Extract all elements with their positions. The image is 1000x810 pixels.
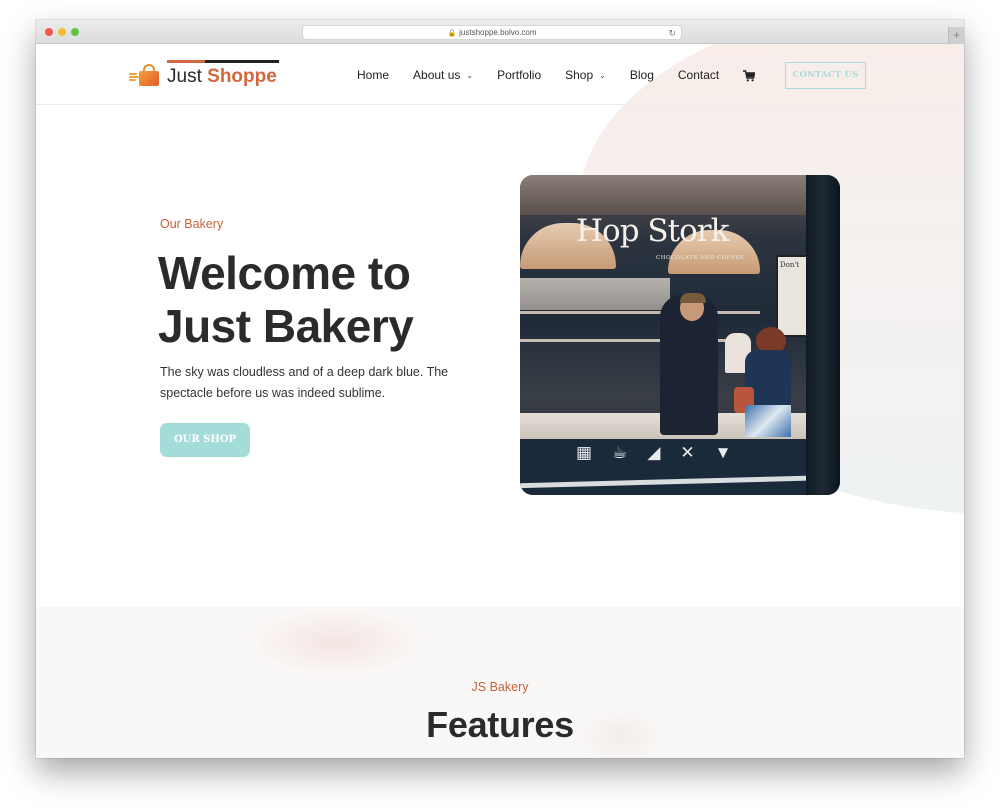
nav-item-home[interactable]: Home — [357, 68, 389, 82]
browser-window: 🔒 justshoppe.bolvo.com ↻ + Just Shoppe Ho… — [36, 20, 964, 758]
close-window-button[interactable] — [45, 28, 53, 36]
url-text: justshoppe.bolvo.com — [459, 28, 537, 37]
hero-title-line2: Just Bakery — [158, 300, 414, 352]
chocolate-bar-icon: ▦ — [576, 443, 593, 462]
lock-icon: 🔒 — [447, 30, 457, 37]
main-nav: Home About us ⌄ Portfolio Shop ⌄ Blog Cont… — [357, 67, 779, 83]
cart-icon[interactable] — [743, 69, 756, 82]
utensils-icon: ✕ — [680, 443, 695, 462]
hero-eyebrow: Our Bakery — [160, 217, 224, 231]
nav-label: Blog — [629, 68, 654, 82]
speed-lines-icon — [129, 73, 139, 81]
features-title: Features — [426, 704, 574, 745]
nav-label: Shop — [565, 68, 594, 82]
coffee-cup-icon: ☕ — [612, 443, 628, 462]
logo-bar-orange — [167, 60, 205, 63]
chevron-down-icon: ⌄ — [599, 70, 606, 80]
logo-bar-black — [205, 60, 279, 63]
contact-us-button[interactable]: CONTACT US — [785, 62, 866, 89]
site-logo[interactable]: Just Shoppe — [129, 59, 283, 93]
nav-label: About us — [413, 68, 461, 82]
features-eyebrow: JS Bakery — [471, 680, 529, 694]
nav-item-shop[interactable]: Shop ⌄ — [565, 68, 606, 82]
site-header: Just Shoppe Home About us ⌄ Portfolio Sho… — [36, 44, 964, 105]
address-bar[interactable]: 🔒 justshoppe.bolvo.com ↻ — [302, 25, 682, 40]
new-tab-button[interactable]: + — [948, 27, 964, 44]
nav-label: Contact — [677, 68, 720, 82]
cake-slice-icon: ◢ — [647, 443, 661, 462]
shopping-bag-icon — [139, 64, 159, 86]
chalkboard: Don't — [776, 255, 808, 337]
background-decoration — [246, 607, 426, 677]
logo-word-shoppe: Shoppe — [207, 66, 277, 87]
maximize-window-button[interactable] — [71, 28, 79, 36]
nav-label: Home — [357, 68, 390, 82]
chevron-down-icon: ⌄ — [466, 70, 474, 80]
hero-title-line1: Welcome to — [158, 247, 411, 299]
shop-sign-subtitle: CHOCOLATE AND COFFEE — [656, 255, 745, 261]
window-icons: ▦ ☕ ◢ ✕ ▼ — [576, 443, 731, 463]
nav-item-about-us[interactable]: About us ⌄ — [413, 68, 473, 82]
plus-icon: + — [952, 28, 960, 42]
browser-titlebar: 🔒 justshoppe.bolvo.com ↻ + — [36, 20, 964, 44]
logo-text: Just Shoppe — [167, 66, 277, 88]
hero-title: Welcome to Just Bakery — [158, 247, 414, 353]
our-shop-button[interactable]: OUR SHOP — [160, 423, 250, 457]
nav-label: Portfolio — [497, 68, 542, 82]
nav-item-blog[interactable]: Blog — [630, 68, 654, 82]
web-page: Just Shoppe Home About us ⌄ Portfolio Sho… — [36, 44, 964, 758]
minimize-window-button[interactable] — [58, 28, 66, 36]
hero-image: Don't Hop Stork CHOCOLATE AND COFFEE ▦ ☕ — [520, 175, 840, 495]
logo-word-just: Just — [167, 66, 202, 87]
shop-sign-title: Hop Stork — [576, 213, 729, 249]
features-section: JS Bakery Features The sky was cloudless… — [36, 607, 964, 758]
ice-cream-icon: ▼ — [714, 443, 732, 462]
chalkboard-text: Don't — [780, 261, 800, 269]
hero-description: The sky was cloudless and of a deep dark… — [160, 365, 449, 400]
nav-item-portfolio[interactable]: Portfolio — [497, 68, 541, 82]
nav-item-contact[interactable]: Contact — [678, 68, 719, 82]
reload-icon[interactable]: ↻ — [668, 26, 676, 40]
